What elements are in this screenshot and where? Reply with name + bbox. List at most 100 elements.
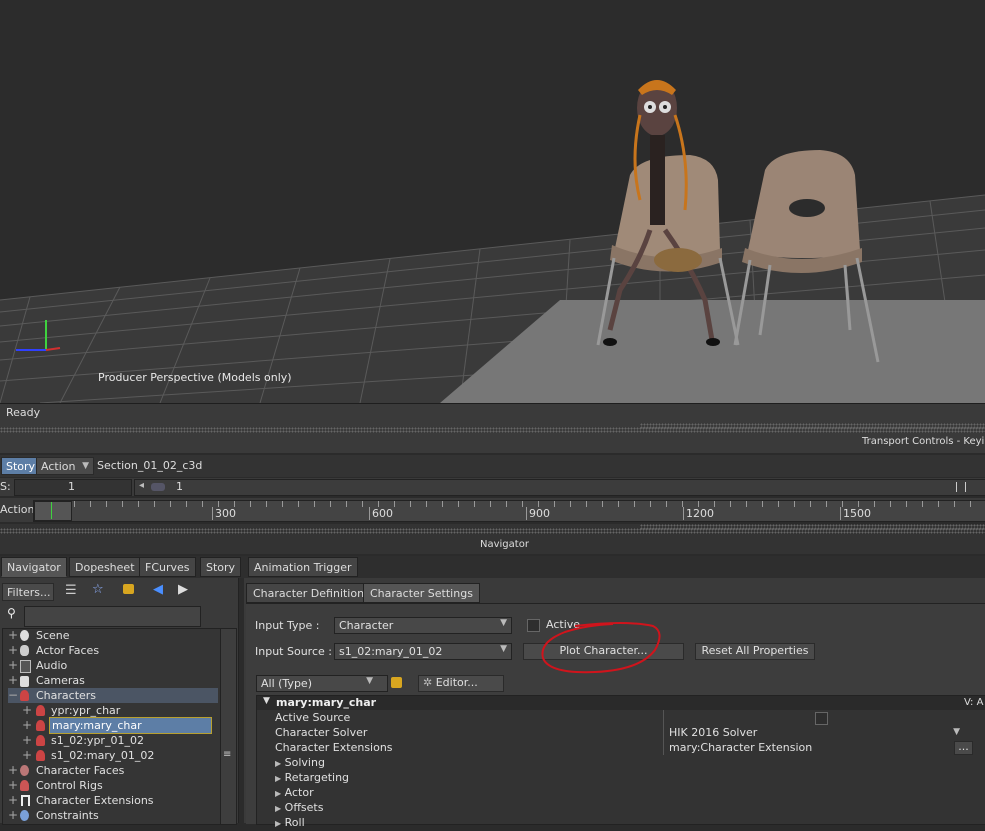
tree-item-label: Scene xyxy=(36,629,70,642)
tree-item-label: Control Rigs xyxy=(36,779,103,792)
slider-end-handle[interactable] xyxy=(956,482,966,492)
slider-handle[interactable] xyxy=(151,483,165,491)
property-row[interactable]: Character Solver xyxy=(275,725,367,740)
property-group-label: Solving xyxy=(284,756,325,769)
ruler-tick: 1200 xyxy=(683,507,714,520)
lock-icon[interactable] xyxy=(391,677,402,688)
tree-item-label: Actor Faces xyxy=(36,644,100,657)
chevron-down-icon: ▼ xyxy=(82,461,89,471)
tab-fcurves[interactable]: FCurves xyxy=(139,557,196,577)
property-group-retargeting[interactable]: ▶ Retargeting xyxy=(275,770,349,785)
property-group-title: mary:mary_char xyxy=(276,696,377,709)
back-arrow-icon[interactable]: ◀ xyxy=(153,582,163,597)
tab-animation-trigger[interactable]: Animation Trigger xyxy=(248,557,358,577)
list-view-icon[interactable]: ☰ xyxy=(65,583,77,598)
characters-icon xyxy=(20,690,29,701)
ruler-tick: 1500 xyxy=(840,507,871,520)
column-divider xyxy=(663,710,664,755)
action-track-label: Action xyxy=(0,503,35,516)
gear-icon: ✲ xyxy=(423,676,433,689)
property-group-label: Retargeting xyxy=(284,771,350,784)
annotation-circle xyxy=(541,622,661,674)
tree-item-label: Characters xyxy=(36,689,97,702)
viewport-scene xyxy=(0,80,985,403)
start-label: S: xyxy=(0,480,11,493)
tree-scrollbar[interactable]: ≡ xyxy=(220,628,237,825)
property-row[interactable]: Active Source xyxy=(275,710,350,725)
property-group-label: Offsets xyxy=(284,801,324,814)
tree-item-label: Constraints xyxy=(36,809,99,822)
ruler-tick: 900 xyxy=(526,507,550,520)
property-value: HIK 2016 Solver xyxy=(669,726,758,739)
forward-arrow-icon[interactable]: ▶ xyxy=(178,582,188,597)
scene-icon xyxy=(20,630,29,641)
frame-slider[interactable]: ◂ xyxy=(134,479,985,496)
action-dropdown[interactable]: Action ▼ xyxy=(36,457,94,475)
story-mode-button[interactable]: Story xyxy=(1,457,41,475)
start-frame-value: 1 xyxy=(68,480,75,493)
scroll-handle-icon[interactable]: ≡ xyxy=(223,749,231,760)
tree-item-label: mary:mary_char xyxy=(49,717,212,734)
type-filter-value: All (Type) xyxy=(261,677,312,690)
editor-button-label: Editor... xyxy=(435,676,478,689)
input-type-dropdown[interactable]: Character ▼ xyxy=(334,617,512,634)
property-row[interactable]: Character Extensions xyxy=(275,740,393,755)
tab-story[interactable]: Story xyxy=(200,557,242,577)
viewport-label: Producer Perspective (Models only) xyxy=(98,371,292,384)
timeline-ruler[interactable]: 300 600 900 1200 1500 xyxy=(33,500,985,522)
active-source-checkbox[interactable] xyxy=(815,712,828,725)
favorite-star-icon[interactable]: ☆ xyxy=(92,582,104,597)
tab-character-settings[interactable]: Character Settings xyxy=(363,583,480,603)
chevron-down-icon: ▼ xyxy=(500,618,507,628)
navigator-title: Navigator xyxy=(480,539,529,550)
tree-item-label: s1_02:mary_01_02 xyxy=(51,749,155,762)
character-faces-icon xyxy=(20,765,29,776)
chevron-down-icon: ▼ xyxy=(500,644,507,654)
camera-icon xyxy=(20,676,29,687)
character-solver-dropdown[interactable]: HIK 2016 Solver ▼ xyxy=(669,725,974,740)
property-group-offsets[interactable]: ▶ Offsets xyxy=(275,800,323,815)
transport-controls-label[interactable]: Transport Controls - Keying G xyxy=(862,436,985,447)
tab-dopesheet[interactable]: Dopesheet xyxy=(69,557,141,577)
ruler-tick: 600 xyxy=(369,507,393,520)
input-type-label: Input Type : xyxy=(255,619,320,632)
property-group-actor[interactable]: ▶ Actor xyxy=(275,785,314,800)
property-grid xyxy=(256,695,985,825)
editor-button[interactable]: ✲ Editor... xyxy=(418,675,504,692)
input-source-dropdown[interactable]: s1_02:mary_01_02 ▼ xyxy=(334,643,512,660)
status-text: Ready xyxy=(6,406,41,419)
reset-all-properties-button[interactable]: Reset All Properties xyxy=(695,643,815,660)
tab-character-definition[interactable]: Character Definition xyxy=(246,583,372,603)
left-arrow-icon[interactable]: ◂ xyxy=(139,480,144,491)
property-group-solving[interactable]: ▶ Solving xyxy=(275,755,325,770)
chevron-down-icon: ▼ xyxy=(953,727,960,737)
collapse-triangle-icon[interactable]: ▼ xyxy=(263,696,270,706)
search-icon: ⚲ xyxy=(7,606,16,620)
playhead[interactable] xyxy=(51,502,52,519)
character-icon xyxy=(36,720,45,731)
chevron-down-icon: ▼ xyxy=(366,676,373,686)
actor-faces-icon xyxy=(20,645,29,656)
filters-button[interactable]: Filters... xyxy=(2,583,54,601)
property-header-right: V: A xyxy=(964,697,984,708)
lock-icon[interactable] xyxy=(123,584,134,594)
character-extensions-icon xyxy=(21,795,30,806)
browse-button[interactable]: ... xyxy=(954,741,973,755)
type-filter-dropdown[interactable]: All (Type) ▼ xyxy=(256,675,388,692)
3d-viewport[interactable] xyxy=(0,0,985,403)
search-input[interactable] xyxy=(24,606,201,627)
audio-icon xyxy=(20,660,31,673)
tree-item-label: Cameras xyxy=(36,674,85,687)
transport-controls-bar xyxy=(0,423,985,453)
tree-item-characters[interactable]: − Characters xyxy=(8,688,218,703)
input-source-value: s1_02:mary_01_02 xyxy=(339,645,443,658)
timeline-clip[interactable] xyxy=(34,501,72,521)
property-group-label: Actor xyxy=(284,786,314,799)
section-name: Section_01_02_c3d xyxy=(97,459,203,472)
tab-navigator[interactable]: Navigator xyxy=(1,557,67,577)
input-source-label: Input Source : xyxy=(255,645,332,658)
action-dropdown-label: Action xyxy=(41,460,76,473)
constraints-icon xyxy=(20,810,29,821)
property-value: mary:Character Extension xyxy=(669,741,813,754)
input-type-value: Character xyxy=(339,619,394,632)
